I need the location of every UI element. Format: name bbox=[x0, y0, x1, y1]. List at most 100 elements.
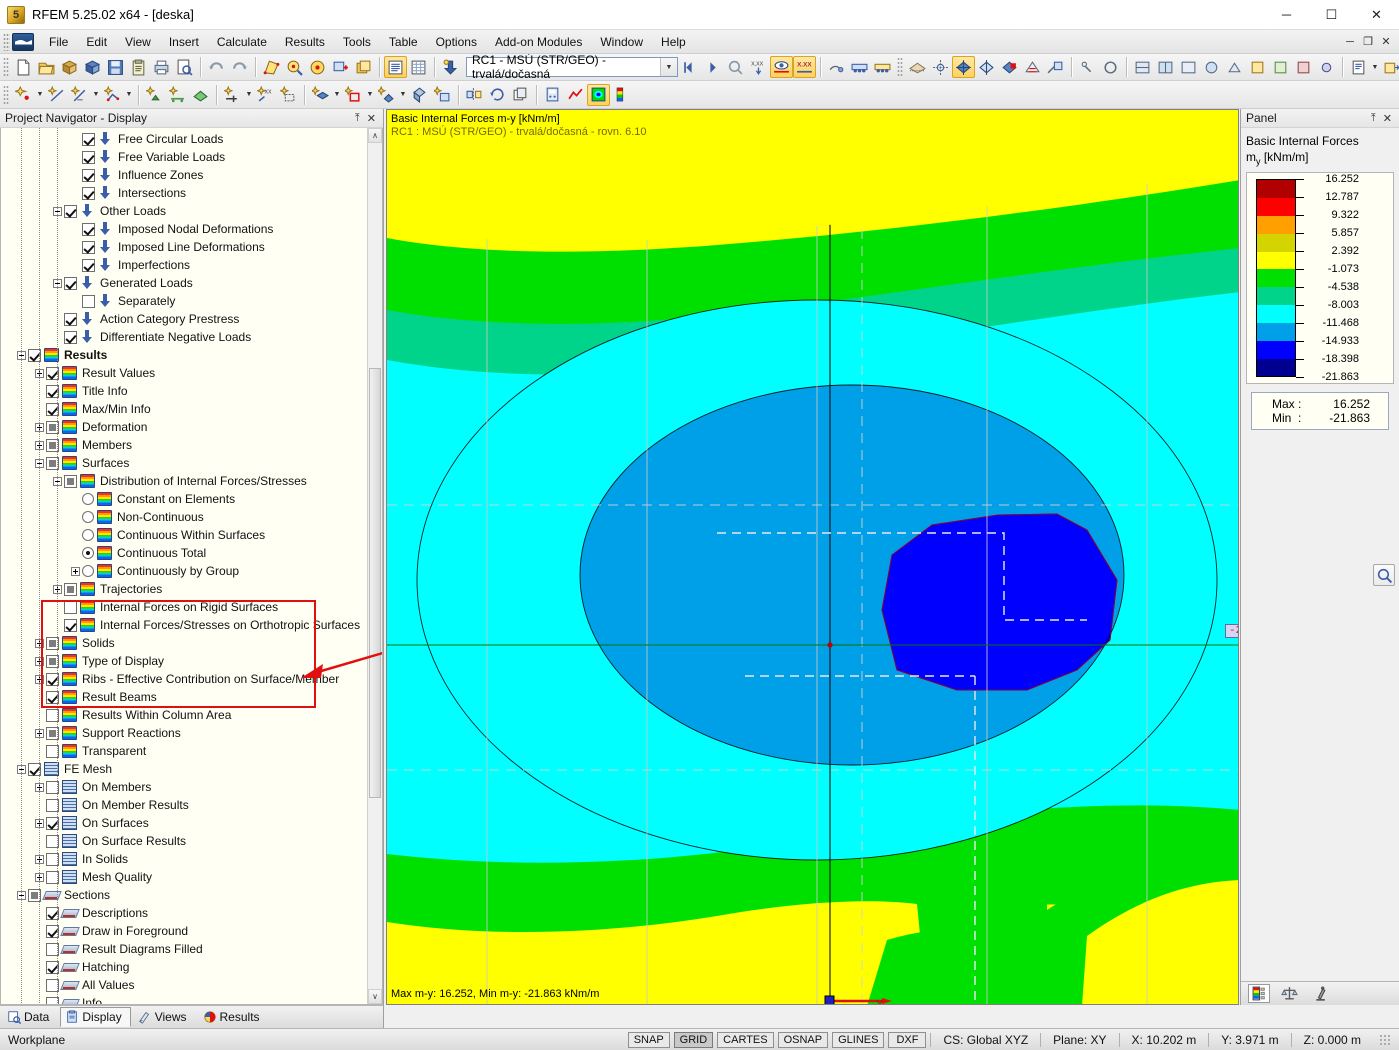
rotate-view-icon[interactable] bbox=[1076, 56, 1099, 78]
toolbar-grip-handle-2[interactable] bbox=[897, 57, 903, 77]
menu-tools[interactable]: Tools bbox=[334, 32, 380, 52]
tab-views[interactable]: Views bbox=[133, 1007, 196, 1027]
copy-view-icon[interactable] bbox=[352, 56, 375, 78]
status-toggle-cartes[interactable]: CARTES bbox=[717, 1031, 774, 1048]
tree-item[interactable]: Continuous Within Surfaces bbox=[1, 526, 382, 544]
new-line-support-icon[interactable] bbox=[166, 84, 189, 106]
open-project-icon[interactable] bbox=[58, 56, 81, 78]
tree-radio-button[interactable] bbox=[82, 493, 94, 505]
mesh-grid-icon[interactable] bbox=[1021, 56, 1044, 78]
chevron-down-icon[interactable]: ▼ bbox=[398, 84, 408, 106]
chevron-down-icon[interactable]: ▼ bbox=[1370, 56, 1380, 78]
clipboard-icon[interactable] bbox=[127, 56, 150, 78]
tree-item[interactable]: Hatching bbox=[1, 958, 382, 976]
tree-item[interactable]: Continuous Total bbox=[1, 544, 382, 562]
tree-item[interactable]: Imperfections bbox=[1, 256, 382, 274]
scroll-up-arrow-icon[interactable]: ∧ bbox=[368, 128, 382, 143]
chevron-down-icon[interactable]: ▼ bbox=[244, 84, 254, 106]
toolbar-grip-handle[interactable] bbox=[3, 57, 9, 77]
menu-grip-handle[interactable] bbox=[3, 32, 10, 51]
rotate-icon[interactable] bbox=[486, 84, 509, 106]
chevron-down-icon[interactable]: ▼ bbox=[124, 84, 134, 106]
print-icon[interactable] bbox=[150, 56, 173, 78]
tree-item[interactable]: Intersections bbox=[1, 184, 382, 202]
tree-item[interactable]: Result Values bbox=[1, 364, 382, 382]
new-polyline-icon[interactable] bbox=[101, 84, 124, 106]
tree-item[interactable]: Solids bbox=[1, 634, 382, 652]
scroll-down-arrow-icon[interactable]: ∨ bbox=[368, 989, 382, 1004]
render-mode-f-icon[interactable] bbox=[1246, 56, 1269, 78]
menu-edit[interactable]: Edit bbox=[77, 32, 116, 52]
zoom-window-icon[interactable] bbox=[283, 56, 306, 78]
tree-item[interactable]: Result Diagrams Filled bbox=[1, 940, 382, 958]
select-surface-icon[interactable] bbox=[260, 56, 283, 78]
tree-checkbox[interactable] bbox=[82, 150, 95, 164]
show-results-icon[interactable] bbox=[770, 56, 793, 78]
tree-checkbox[interactable] bbox=[64, 618, 77, 632]
menu-calculate[interactable]: Calculate bbox=[208, 32, 276, 52]
render-mode-e-icon[interactable] bbox=[1223, 56, 1246, 78]
calc-icon[interactable] bbox=[541, 84, 564, 106]
new-dimension-icon[interactable] bbox=[68, 84, 91, 106]
open-file-icon[interactable] bbox=[35, 56, 58, 78]
status-toggle-osnap[interactable]: OSNAP bbox=[777, 1031, 829, 1048]
chevron-down-icon[interactable]: ▼ bbox=[365, 84, 375, 106]
balance-scale-icon[interactable] bbox=[1278, 984, 1300, 1003]
support-reactions-icon[interactable] bbox=[825, 56, 848, 78]
render-mode-b-icon[interactable] bbox=[1154, 56, 1177, 78]
tree-checkbox[interactable] bbox=[82, 294, 95, 308]
color-scale-icon[interactable] bbox=[1248, 984, 1270, 1003]
render-mode-a-icon[interactable] bbox=[1131, 56, 1154, 78]
tree-item[interactable]: Non-Continuous bbox=[1, 508, 382, 526]
tree-item[interactable]: Title Info bbox=[1, 382, 382, 400]
results-nav-icon[interactable] bbox=[564, 84, 587, 106]
fe-mesh-icon[interactable] bbox=[906, 56, 929, 78]
tree-item[interactable]: Distribution of Internal Forces/Stresses bbox=[1, 472, 382, 490]
tree-item[interactable]: In Solids bbox=[1, 850, 382, 868]
grid-table-icon[interactable] bbox=[407, 56, 430, 78]
tree-item[interactable]: Sections bbox=[1, 886, 382, 904]
scrollbar-thumb[interactable] bbox=[369, 368, 381, 798]
status-toggle-dxf[interactable]: DXF bbox=[888, 1031, 927, 1048]
export-icon[interactable] bbox=[1380, 56, 1399, 78]
tree-item[interactable]: Result Beams bbox=[1, 688, 382, 706]
tree-item[interactable]: Descriptions bbox=[1, 904, 382, 922]
tree-item[interactable]: Results Within Column Area bbox=[1, 706, 382, 724]
tree-item[interactable]: Influence Zones bbox=[1, 166, 382, 184]
mesh-points-icon[interactable] bbox=[929, 56, 952, 78]
zoom-all-icon[interactable] bbox=[306, 56, 329, 78]
navigator-scrollbar[interactable]: ∧ ∨ bbox=[367, 128, 382, 1004]
new-opening-icon[interactable] bbox=[342, 84, 365, 106]
copy-object-icon[interactable] bbox=[509, 84, 532, 106]
tree-checkbox[interactable] bbox=[64, 204, 77, 218]
render-mode-i-icon[interactable] bbox=[1315, 56, 1338, 78]
menu-results[interactable]: Results bbox=[276, 32, 334, 52]
save-project-icon[interactable] bbox=[81, 56, 104, 78]
tree-checkbox[interactable] bbox=[64, 600, 77, 614]
tree-checkbox[interactable] bbox=[64, 330, 77, 344]
tree-item[interactable]: FE Mesh bbox=[1, 760, 382, 778]
minimize-button[interactable]: ─ bbox=[1264, 0, 1309, 30]
deformation-icon[interactable] bbox=[848, 56, 871, 78]
tree-item[interactable]: On Member Results bbox=[1, 796, 382, 814]
tree-radio-button[interactable] bbox=[82, 511, 94, 523]
undo-icon[interactable] bbox=[205, 56, 228, 78]
panel-close-icon[interactable]: ✕ bbox=[1383, 112, 1392, 125]
tree-item[interactable]: Draw in Foreground bbox=[1, 922, 382, 940]
tree-item[interactable]: Members bbox=[1, 436, 382, 454]
tree-item[interactable]: Separately bbox=[1, 292, 382, 310]
new-load-xx-icon[interactable]: XX bbox=[254, 84, 277, 106]
tree-item[interactable]: On Members bbox=[1, 778, 382, 796]
save-icon[interactable] bbox=[104, 56, 127, 78]
tree-item[interactable]: Mesh Quality bbox=[1, 868, 382, 886]
menu-window[interactable]: Window bbox=[591, 32, 652, 52]
tree-checkbox[interactable] bbox=[82, 222, 95, 236]
result-values-icon[interactable] bbox=[724, 56, 747, 78]
tree-checkbox[interactable] bbox=[64, 474, 77, 488]
maximize-button[interactable]: ☐ bbox=[1309, 0, 1354, 30]
legend-display-icon[interactable] bbox=[610, 84, 633, 106]
status-toggle-glines[interactable]: GLINES bbox=[832, 1031, 885, 1048]
tree-radio-button[interactable] bbox=[82, 529, 94, 541]
contour-display-icon[interactable] bbox=[587, 83, 610, 106]
mirror-icon[interactable] bbox=[463, 84, 486, 106]
